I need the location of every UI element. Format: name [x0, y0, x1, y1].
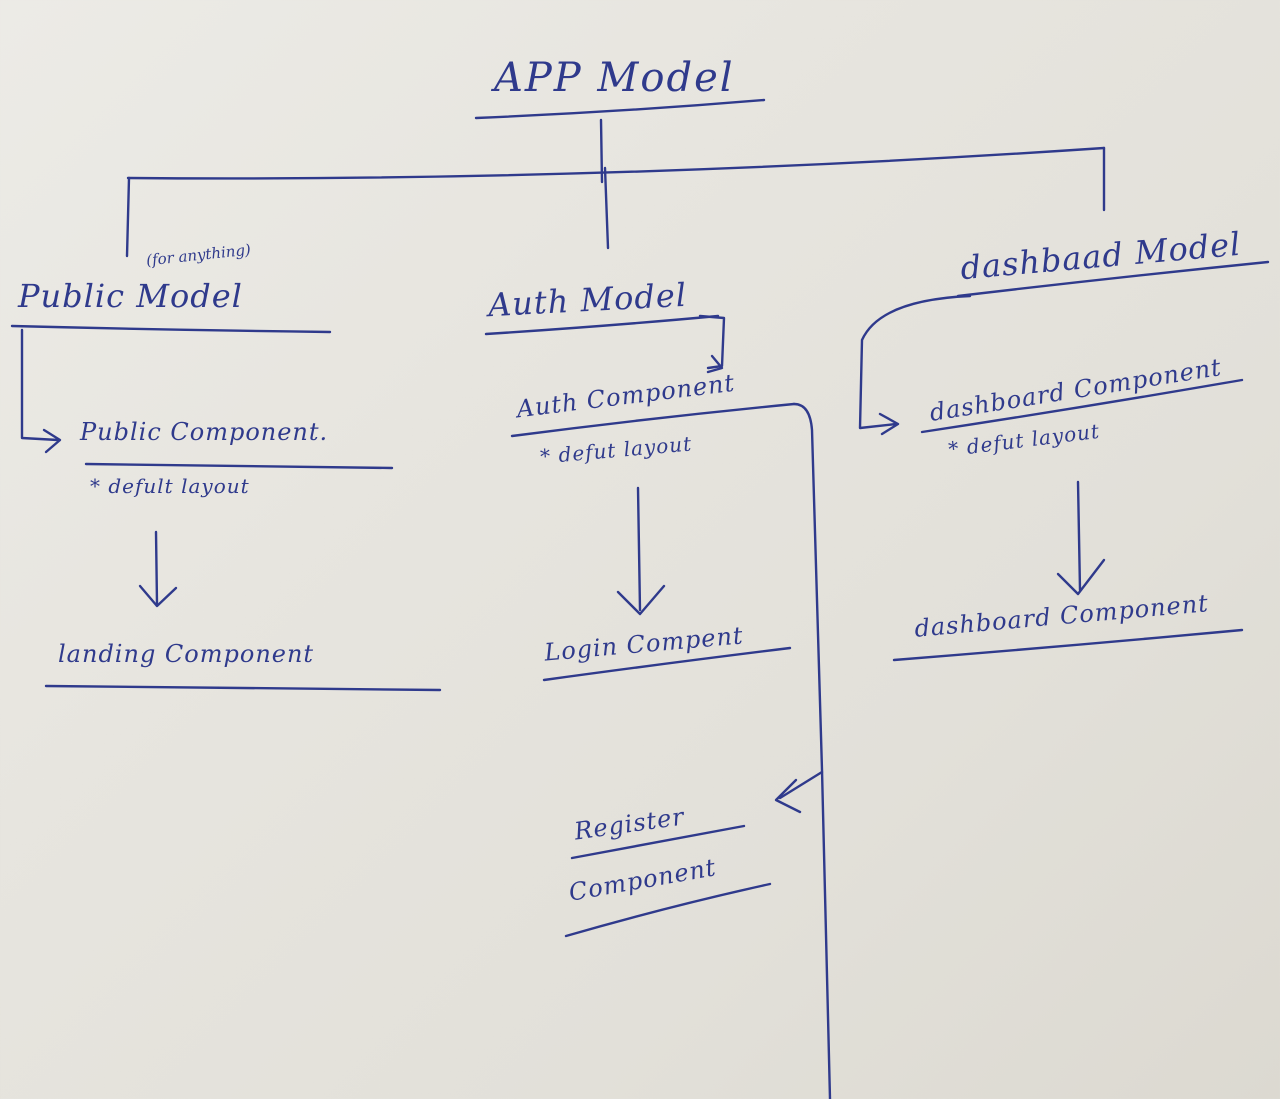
landing-underline: [44, 684, 442, 692]
auth-down-arrow: [636, 486, 642, 612]
register-arrowhead: [774, 778, 802, 814]
public-arrowhead: [42, 428, 62, 454]
public-model-underline: [10, 324, 332, 334]
public-layout-label: * defult layout: [90, 474, 250, 498]
app-model-underline: [474, 98, 766, 120]
public-down-arrow: [154, 530, 159, 606]
auth-model-label: Auth Model: [487, 275, 688, 325]
app-model-label: APP Model: [494, 55, 735, 101]
public-component-label: Public Component.: [80, 418, 329, 446]
branch-center-drop: [603, 166, 610, 250]
branch-horizontal: [126, 146, 1106, 180]
branch-left-drop: [125, 176, 131, 258]
public-component-underline: [84, 462, 394, 470]
dashboard-down-arrow: [1076, 480, 1082, 592]
register-arrow-stem: [778, 770, 824, 800]
public-connector: [20, 328, 60, 442]
dashboard-down-arrowhead: [1056, 558, 1106, 596]
paper-sheet: APP Model (for anything) Public Model Au…: [0, 0, 1280, 1099]
landing-component-label: landing Component: [58, 640, 315, 668]
public-model-label: Public Model: [18, 277, 243, 315]
auth-connector: [698, 314, 726, 370]
diagram-lines: [10, 98, 1270, 1099]
auth-register-connector: [792, 402, 832, 1099]
